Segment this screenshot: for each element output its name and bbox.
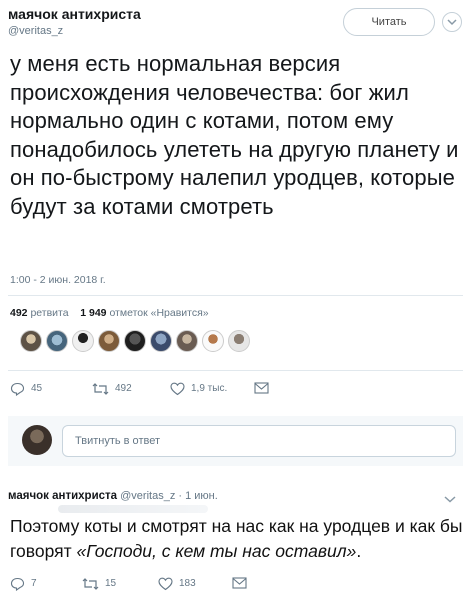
reply-button[interactable]: 45: [10, 381, 42, 399]
reply-input[interactable]: Твитнуть в ответ: [62, 425, 456, 457]
reply-meta[interactable]: @veritas_z · 1 июн.: [120, 490, 218, 502]
chevron-down-icon: [444, 496, 456, 503]
tweet-timestamp[interactable]: 1:00 - 2 июн. 2018 г.: [10, 274, 106, 286]
reply-author-name[interactable]: маячок антихриста: [8, 490, 117, 502]
tweet-header: маячок антихриста @veritas_z Читать: [8, 6, 468, 40]
envelope-icon: [254, 382, 269, 394]
reply-retweet-count: 15: [105, 578, 117, 589]
reply-direct-message-button[interactable]: [232, 576, 253, 594]
heart-icon: [158, 577, 173, 591]
heart-icon: [170, 382, 185, 396]
reply-text-quote: «Господи, с кем ты нас оставил»: [76, 541, 357, 561]
reply-reply-button[interactable]: 7: [10, 576, 37, 594]
tweet-actions: 45 492 1,9 тыс.: [10, 381, 370, 401]
retweet-button[interactable]: 492: [92, 381, 132, 399]
direct-message-button[interactable]: [254, 381, 275, 399]
reply-like-count: 183: [179, 578, 196, 589]
reply-menu-button[interactable]: [444, 490, 456, 508]
reply-like-button[interactable]: 183: [158, 576, 196, 594]
avatar[interactable]: [46, 330, 68, 352]
avatar[interactable]: [176, 330, 198, 352]
tweet-stats: 492 ретвита 1 949 отметок «Нравится»: [10, 307, 209, 319]
retweet-action-count: 492: [115, 383, 132, 394]
envelope-icon: [232, 577, 247, 589]
avatar[interactable]: [20, 330, 42, 352]
faded-text-overlay: [58, 505, 208, 513]
reply-reply-count: 7: [31, 578, 37, 589]
avatar[interactable]: [228, 330, 250, 352]
avatar[interactable]: [98, 330, 120, 352]
retweet-count[interactable]: 492: [10, 307, 28, 319]
avatar[interactable]: [72, 330, 94, 352]
retweet-icon: [82, 578, 99, 590]
author-name[interactable]: маячок антихриста: [8, 6, 141, 22]
chevron-down-icon: [447, 19, 457, 26]
divider: [8, 295, 463, 296]
like-button[interactable]: 1,9 тыс.: [170, 381, 227, 399]
like-action-count: 1,9 тыс.: [191, 383, 228, 394]
tweet-text: у меня есть нормальная версия происхожде…: [10, 51, 459, 219]
reply-icon: [10, 382, 25, 397]
like-count-label[interactable]: отметок «Нравится»: [109, 307, 208, 319]
follow-button[interactable]: Читать: [343, 8, 435, 36]
reply-count: 45: [31, 383, 43, 394]
avatar[interactable]: [150, 330, 172, 352]
reply-icon: [10, 577, 25, 592]
divider: [8, 370, 463, 371]
reply-composer: Твитнуть в ответ: [8, 416, 463, 466]
reply-text: Поэтому коты и смотрят на нас как на уро…: [10, 514, 470, 564]
avatar[interactable]: [124, 330, 146, 352]
reply-retweet-button[interactable]: 15: [82, 576, 116, 594]
retweet-icon: [92, 383, 109, 395]
tweet-menu-button[interactable]: [442, 12, 462, 32]
retweet-count-label[interactable]: ретвита: [30, 307, 68, 319]
avatar[interactable]: [202, 330, 224, 352]
reply-text-end: .: [356, 541, 362, 561]
reply-actions: 7 15 183: [10, 576, 310, 594]
reply-header: маячок антихриста @veritas_z · 1 июн.: [8, 490, 218, 502]
avatar: [22, 425, 52, 455]
like-count[interactable]: 1 949: [80, 307, 106, 319]
author-handle[interactable]: @veritas_z: [8, 25, 63, 37]
